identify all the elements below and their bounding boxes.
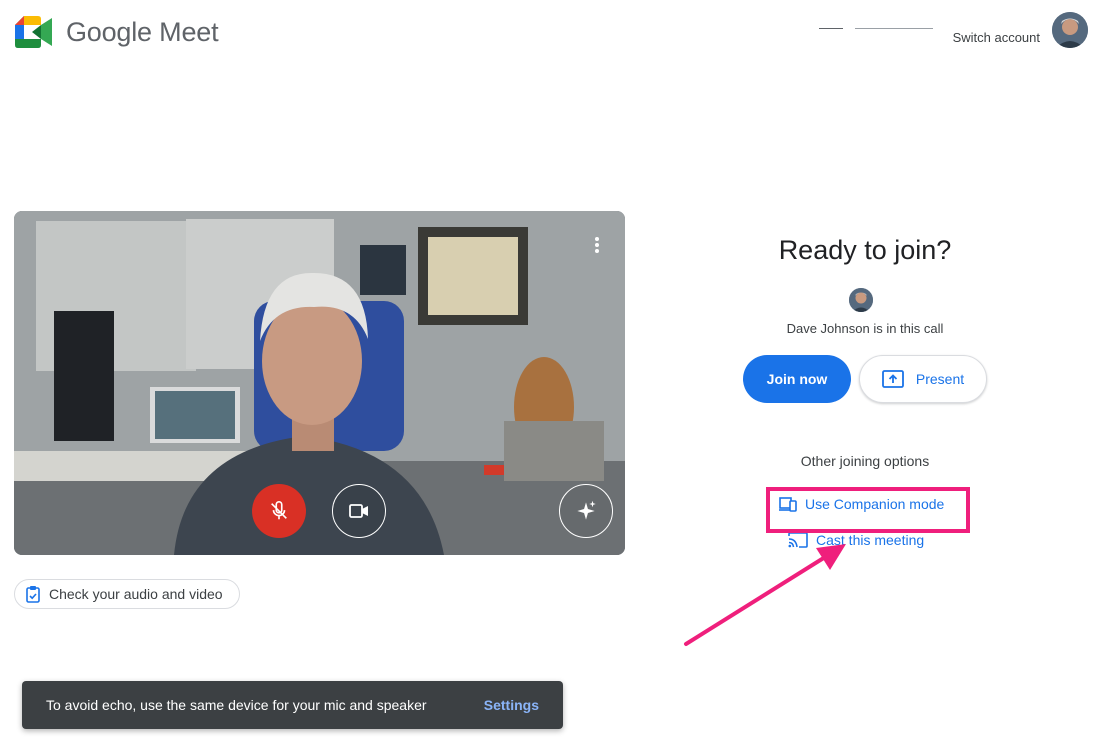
- echo-warning-snackbar: To avoid echo, use the same device for y…: [22, 681, 563, 729]
- use-companion-mode-link[interactable]: Use Companion mode: [779, 496, 944, 512]
- self-video-preview: [14, 211, 625, 555]
- present-to-all-icon: [881, 370, 904, 388]
- participants-in-call-text: Dave Johnson is in this call: [786, 321, 944, 336]
- present-button-label: Present: [915, 371, 965, 387]
- other-joining-options-heading: Other joining options: [800, 453, 930, 469]
- snackbar-settings-button[interactable]: Settings: [484, 697, 539, 713]
- join-now-button[interactable]: Join now: [743, 355, 851, 403]
- snackbar-message: To avoid echo, use the same device for y…: [46, 697, 427, 713]
- present-button[interactable]: Present: [859, 355, 987, 403]
- companion-mode-label: Use Companion mode: [805, 496, 945, 512]
- switch-account-link[interactable]: Switch account: [953, 30, 1040, 45]
- mic-off-icon: [271, 501, 287, 520]
- check-audio-video-button[interactable]: Check your audio and video: [14, 579, 240, 609]
- videocam-icon: [349, 504, 368, 518]
- sparkle-icon: [577, 500, 596, 520]
- meet-logo-icon: [15, 16, 52, 48]
- annotation-arrow-icon: [684, 544, 846, 646]
- more-options-button[interactable]: [583, 231, 611, 259]
- more-vert-icon: [595, 237, 599, 253]
- account-area: Switch account: [818, 12, 1088, 48]
- account-name-redacted: [818, 28, 943, 30]
- clipboard-check-icon: [26, 586, 40, 603]
- ready-to-join-title: Ready to join?: [778, 235, 952, 265]
- product-name: Google Meet: [66, 16, 219, 47]
- participant-avatar: [849, 288, 873, 312]
- camera-toggle-button[interactable]: [332, 484, 386, 538]
- account-avatar[interactable]: [1052, 12, 1088, 48]
- check-audio-video-label: Check your audio and video: [49, 586, 223, 602]
- google-meet-logo[interactable]: Google Meet: [15, 16, 219, 48]
- devices-icon: [779, 497, 797, 512]
- microphone-toggle-button[interactable]: [252, 484, 306, 538]
- camera-feed-image: [14, 211, 625, 555]
- visual-effects-button[interactable]: [559, 484, 613, 538]
